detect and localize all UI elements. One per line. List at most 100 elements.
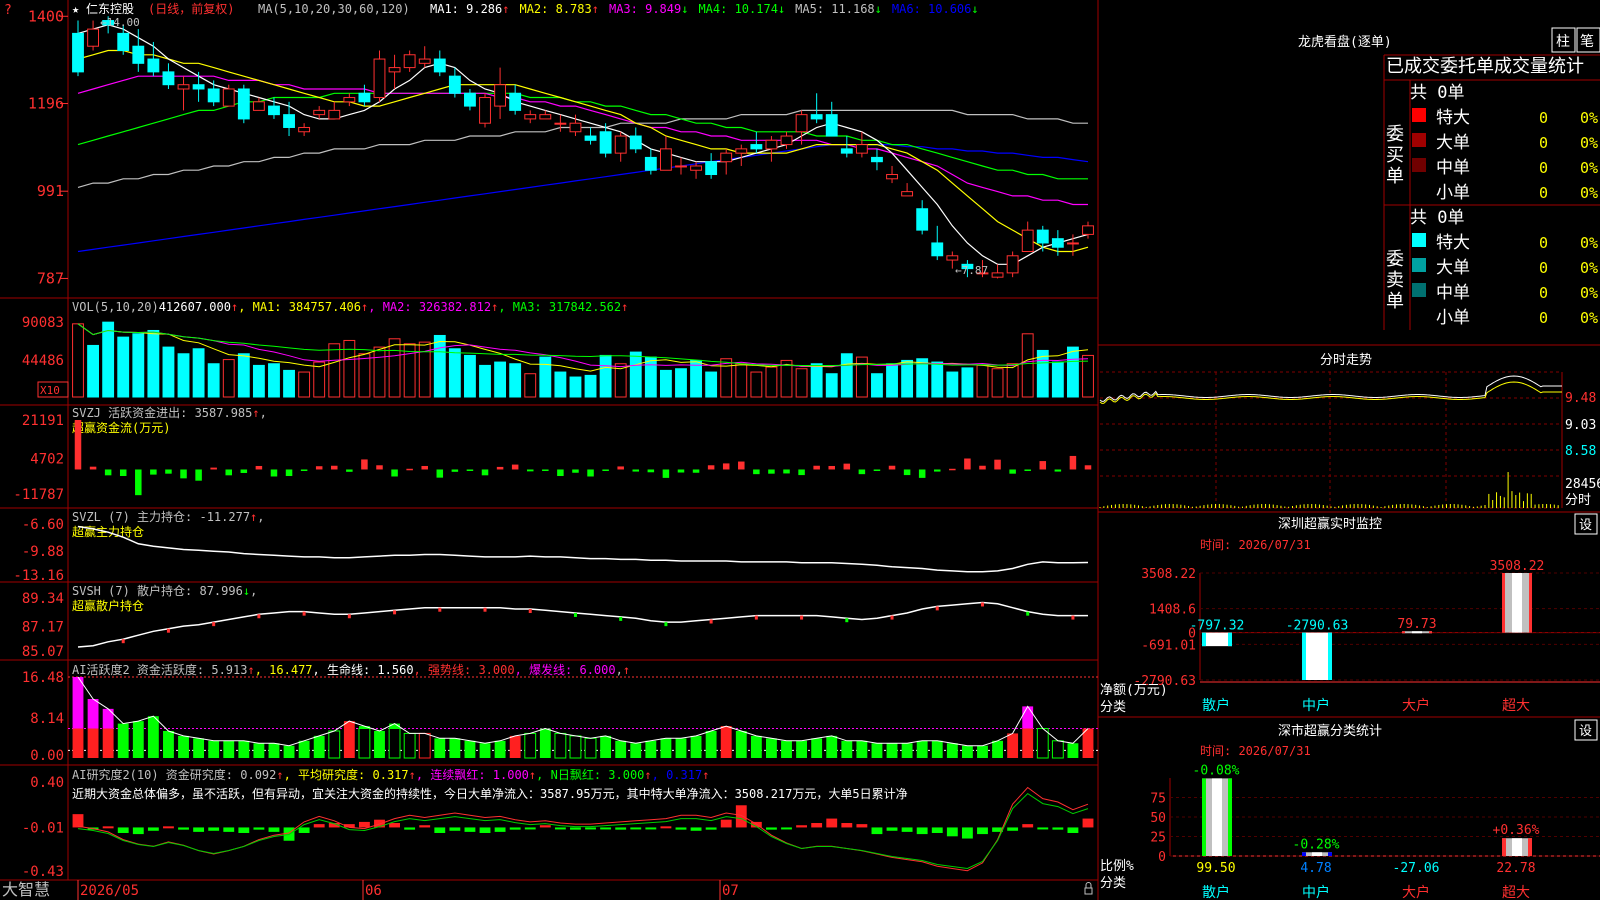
candle-body: [313, 109, 326, 116]
ai2-bar: [253, 827, 265, 830]
svzj-bar: [74, 420, 82, 470]
svzj-bar: [798, 469, 805, 476]
classify-bar-shine: [1512, 838, 1522, 856]
monitor-bar: [1202, 632, 1232, 647]
svsh-tick-mark: [121, 639, 125, 644]
classify-bar-shine: [1312, 852, 1322, 856]
volume-bar: [901, 359, 914, 398]
ai1-bar: [630, 743, 642, 758]
vol-header-5: , MA2: 326382.812: [368, 300, 491, 314]
svzj-bar: [1054, 469, 1062, 472]
intraday-tick: 9.48: [1565, 391, 1596, 406]
volume-bar: [509, 363, 522, 398]
ai1-header-6: ,: [616, 663, 623, 677]
volume-bar: [644, 356, 657, 398]
price-tick: 1400: [28, 7, 64, 25]
ai2-bar: [856, 824, 868, 828]
svsh-line: [77, 601, 1088, 648]
svzj-bar: [873, 469, 881, 471]
ma-label-part: MA2:: [519, 2, 555, 16]
monitor-title: 深圳超赢实时监控: [1278, 516, 1382, 532]
lock-icon[interactable]: [1084, 882, 1093, 895]
ai2-bar: [494, 827, 506, 832]
ai2-bar: [223, 827, 235, 832]
svzl-tick: -13.16: [13, 568, 64, 584]
star-icon[interactable]: ★: [72, 2, 79, 16]
volume-bar: [87, 344, 100, 398]
buy-row-value: 0: [1539, 184, 1548, 202]
monitor-bar-edge: [1328, 632, 1332, 680]
volume-bar: [207, 363, 220, 398]
svsh-header-0: SVSH (7) 散户持仓: 87.996: [72, 583, 243, 598]
sell-row-value: 0: [1539, 259, 1548, 277]
volume-bar: [162, 346, 175, 398]
ai2-bar: [1007, 827, 1019, 831]
volume-bar: [177, 353, 190, 398]
ai1-bar: [1036, 728, 1049, 759]
buy-swatch: [1412, 108, 1426, 122]
svsh-header: SVSH (7) 散户持仓: 87.996 ↓,: [72, 583, 257, 598]
candle-body: [1036, 229, 1049, 244]
candle-body: [117, 32, 130, 51]
period-mode[interactable]: (日线，前复权): [148, 1, 234, 16]
vol-header-8: ↑: [621, 300, 628, 314]
svzl-header: SVZL (7) 主力持仓: -11.277 ↑,: [72, 509, 265, 524]
ai1-bar: [615, 740, 627, 758]
svzj-bar: [843, 463, 851, 470]
monitor-tick: -691.01: [1141, 638, 1196, 653]
svzl-line: [77, 525, 1089, 573]
monitor-value-label: 3508.22: [1490, 559, 1545, 574]
candle-body: [298, 126, 311, 133]
ai2-bar: [585, 827, 596, 830]
svsh-tick-mark: [438, 607, 442, 612]
intraday-chart: 9.48 9.03 8.58 28456分时: [1099, 371, 1600, 509]
ai1-bar: [434, 738, 446, 758]
ai2-bar: [675, 827, 687, 830]
sell-side-char: 单: [1386, 291, 1404, 312]
ai2-bar: [419, 825, 431, 828]
ai1-bar-top: [1022, 706, 1034, 729]
ai1-bar: [403, 732, 416, 759]
monitor-tick: 3508.22: [1141, 567, 1196, 582]
chart-canvas[interactable]: ? ★ 仁东控股 (日线，前复权) MA(5,10,20,30,60,120) …: [0, 0, 1600, 900]
candle-body: [343, 97, 356, 103]
candle-body: [931, 242, 944, 257]
sell-row-value: 0: [1539, 234, 1548, 252]
ai1-bar: [72, 728, 84, 758]
sell-row-label: 中单: [1436, 283, 1470, 303]
volume-bar: [222, 359, 235, 398]
ai1-header-1: ↑: [247, 663, 254, 677]
monitor-bar: [1302, 632, 1332, 680]
stock-name[interactable]: 仁东控股: [86, 2, 134, 16]
ai1-bar: [418, 732, 431, 759]
classify-category: 中户: [1302, 884, 1330, 900]
svzj-bar: [496, 466, 504, 470]
volume-axis: 90083 44486: [22, 315, 64, 369]
svzj-bar: [722, 463, 730, 470]
candle-body: [494, 84, 507, 107]
volume-bar: [433, 334, 446, 398]
ai2-bar: [826, 818, 838, 828]
ai1-header-4: , 强势线: 3.000: [414, 663, 515, 677]
svzj-bar: [738, 461, 745, 470]
svzj-bar: [994, 459, 1001, 470]
ai2-bar: [208, 827, 220, 831]
ai2-bar: [735, 805, 747, 828]
ai1-bar: [449, 738, 461, 758]
buy-side-char: 单: [1386, 166, 1404, 187]
volume-bar: [328, 343, 341, 398]
monitor-time: 时间: 2026/07/31: [1200, 538, 1311, 552]
ai2-bar: [389, 823, 400, 828]
svsh-tick-mark: [754, 615, 758, 620]
ma-arrow: ↑: [592, 2, 599, 16]
menu-icon[interactable]: ?: [4, 3, 12, 18]
ai1-bar: [388, 728, 401, 759]
svsh-tick-mark: [1071, 615, 1075, 620]
ai1-tick: 0.00: [30, 748, 64, 764]
ai2-bar: [720, 819, 732, 828]
volume-bar: [765, 366, 778, 398]
buy-row-pct: 0%: [1580, 159, 1598, 177]
ai-research-header: AI研究度2(10) 资金研究度: 0.092 ↑, 平均研究度: 0.317 ↑,…: [72, 767, 709, 782]
ai-research-axis: 0.40 -0.01 -0.43: [22, 775, 64, 880]
ai2-bar: [615, 827, 627, 830]
